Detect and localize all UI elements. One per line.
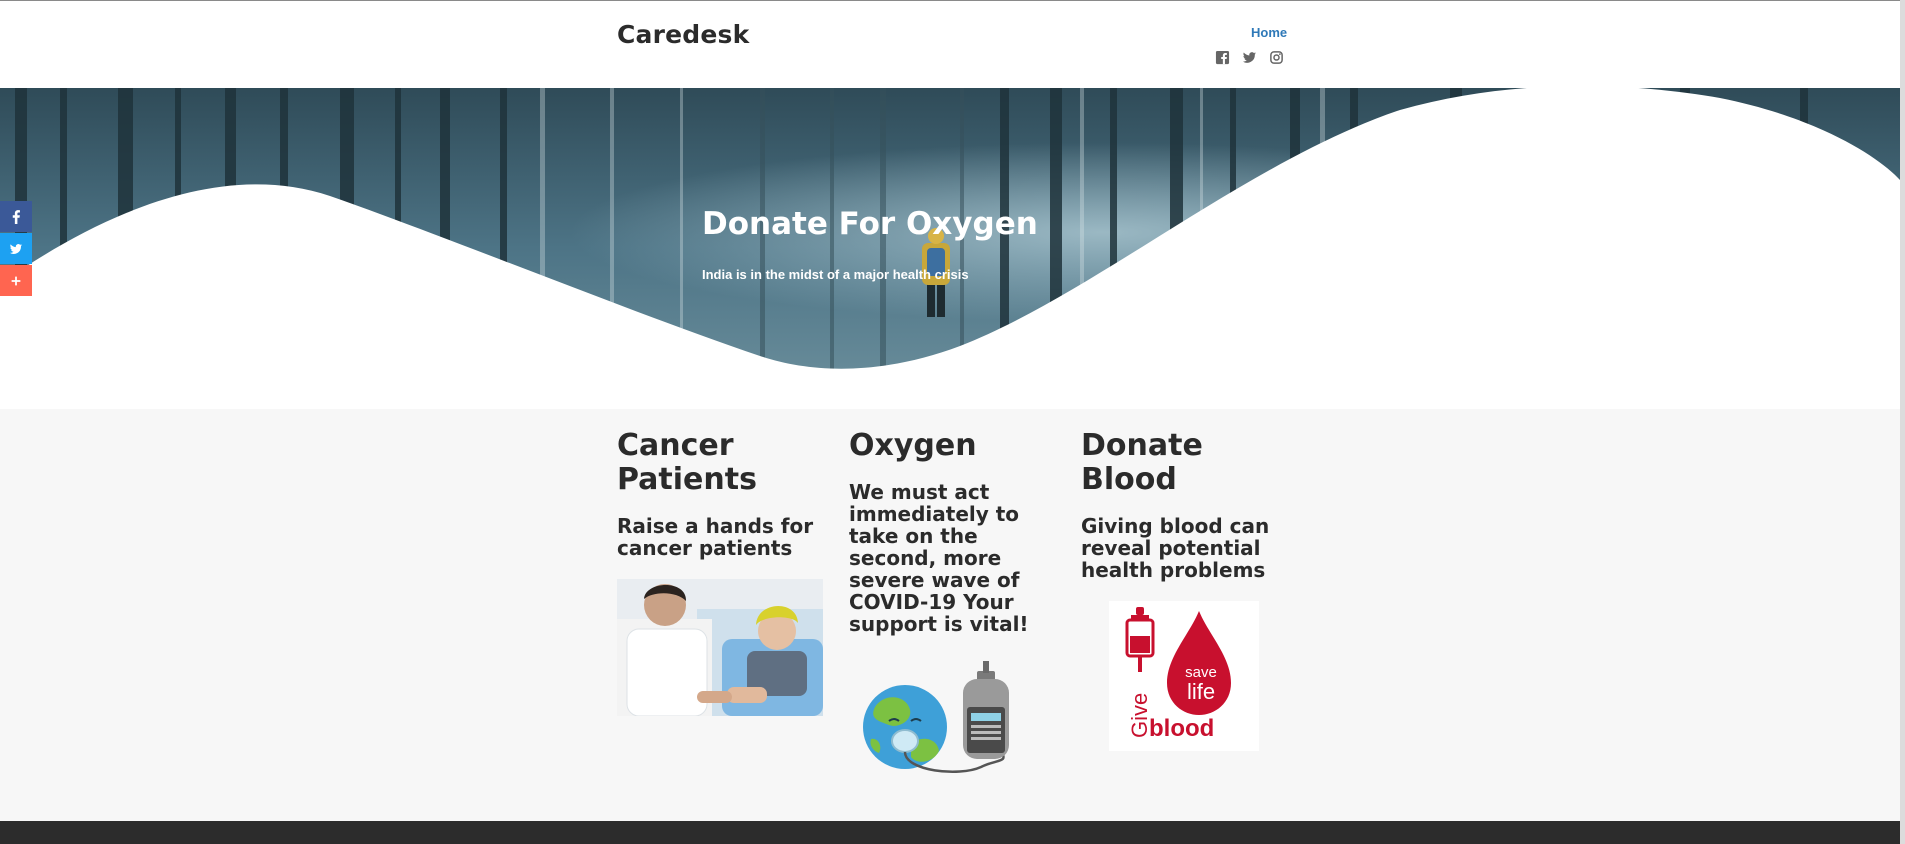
- svg-text:life: life: [1187, 679, 1215, 704]
- hero-subtitle: India is in the midst of a major health …: [702, 267, 969, 282]
- hero-title: Donate For Oxygen: [702, 206, 1038, 242]
- facebook-icon: [12, 209, 20, 224]
- instagram-icon[interactable]: [1269, 50, 1284, 65]
- twitter-icon: [9, 243, 23, 254]
- cancer-patients-card: Cancer Patients Raise a hands for cancer…: [617, 429, 827, 716]
- share-facebook-button[interactable]: [0, 201, 32, 232]
- svg-text:Give: Give: [1127, 693, 1152, 738]
- card-title: Donate Blood: [1081, 428, 1203, 497]
- share-twitter-button[interactable]: [0, 233, 32, 264]
- earth-oxygen-concentrator-image: [863, 661, 1009, 774]
- share-more-button[interactable]: [0, 265, 32, 296]
- causes-section: Cancer Patients Raise a hands for cancer…: [0, 409, 1900, 821]
- twitter-icon[interactable]: [1242, 50, 1257, 65]
- hero-banner: Donate For Oxygen India is in the midst …: [0, 88, 1900, 409]
- card-title: Cancer Patients: [617, 428, 757, 497]
- oxygen-card: Oxygen We must act immediately to take o…: [849, 429, 1064, 777]
- card-text: Giving blood can reveal potential health…: [1081, 514, 1270, 582]
- facebook-icon[interactable]: [1215, 50, 1230, 65]
- site-footer: [0, 821, 1900, 844]
- give-blood-logo: save life blood Give: [1109, 601, 1259, 751]
- card-title: Oxygen: [849, 428, 977, 463]
- site-header: Caredesk Home: [0, 1, 1900, 88]
- page-scrollbar[interactable]: [1900, 0, 1905, 844]
- nav-home-link[interactable]: Home: [1251, 25, 1287, 40]
- plus-icon: [11, 276, 21, 285]
- card-text: We must act immediately to take on the s…: [849, 480, 1029, 636]
- svg-text:blood: blood: [1149, 715, 1214, 742]
- forest-background-image: [0, 88, 1900, 409]
- site-logo[interactable]: Caredesk: [617, 20, 749, 49]
- card-text: Raise a hands for cancer patients: [617, 514, 814, 560]
- doctor-and-patient-image: [617, 579, 823, 716]
- donate-blood-card: Donate Blood Giving blood can reveal pot…: [1081, 429, 1271, 751]
